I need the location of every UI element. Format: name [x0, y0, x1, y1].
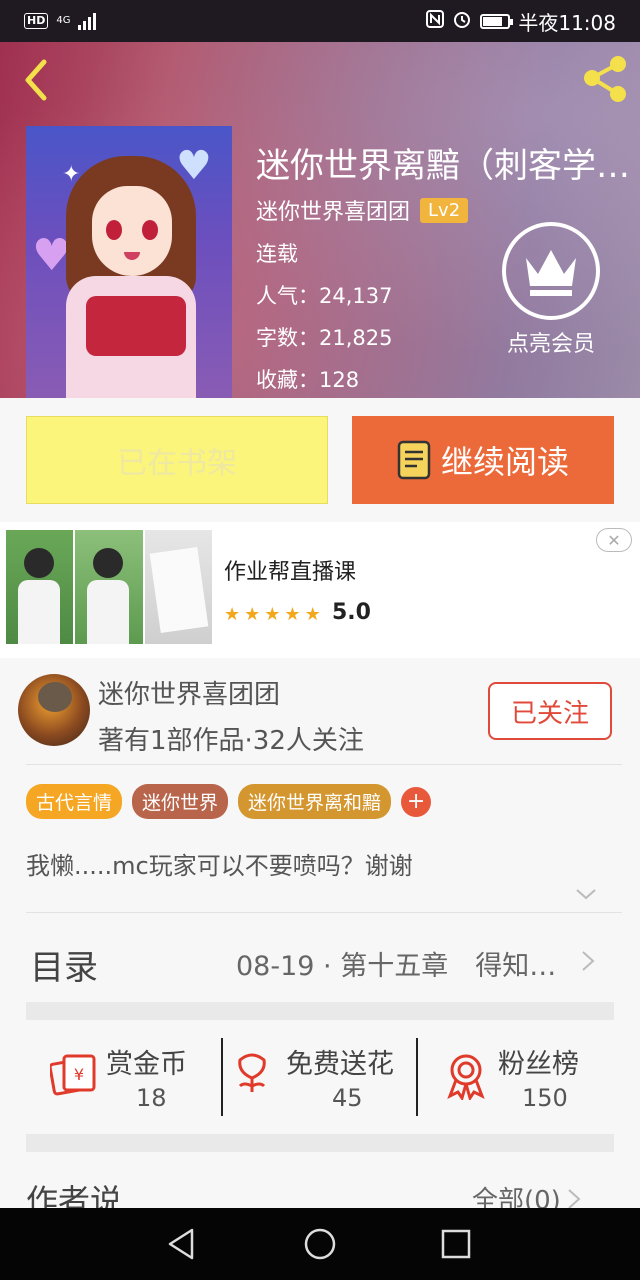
divider: [416, 1038, 418, 1116]
author-name[interactable]: 迷你世界喜团团: [256, 194, 410, 226]
svg-text:¥: ¥: [74, 1065, 84, 1084]
tag-mini-world[interactable]: 迷你世界: [132, 784, 229, 819]
reward-coin-button[interactable]: ¥ 赏金币 18: [50, 1036, 210, 1118]
divider: [26, 764, 622, 765]
table-of-contents-row[interactable]: 目录 08-19 · 第十五章 得知…: [0, 916, 640, 1004]
tag-mini-world-li-an[interactable]: 迷你世界离和黯: [238, 784, 392, 819]
close-icon: ✕: [607, 530, 621, 550]
nav-home-icon[interactable]: [302, 1226, 338, 1262]
send-flower-button[interactable]: 免费送花 45: [232, 1036, 412, 1118]
star-icon: ★: [284, 604, 301, 625]
section-separator: [26, 1002, 614, 1020]
nav-back-icon[interactable]: [164, 1226, 200, 1262]
avatar[interactable]: [18, 674, 90, 746]
toc-label: 目录: [30, 948, 98, 988]
tag-list: 古代言情 迷你世界 迷你世界离和黯 +: [26, 784, 432, 819]
star-icon: ★: [244, 604, 261, 625]
battery-icon: [480, 13, 514, 29]
hd-indicator: HD: [24, 13, 49, 29]
rating-stars: ★ ★ ★ ★ ★: [224, 604, 321, 625]
section-separator: [26, 1134, 614, 1152]
ad-close-button[interactable]: ✕: [596, 528, 632, 552]
ad-banner[interactable]: 作业帮直播课 ★ ★ ★ ★ ★ 5.0: [0, 522, 640, 658]
star-icon: ★: [304, 604, 321, 625]
nfc-icon: [426, 9, 445, 33]
book-hero: ✦ ♥ ♥ 迷你世界离黯（刺客学院） 迷你世界喜团团 Lv2 连载 人气：24,…: [0, 42, 640, 398]
send-flower-label: 免费送花: [286, 1049, 394, 1080]
reward-coin-icon: ¥: [50, 1054, 96, 1096]
follow-button[interactable]: 已关注: [488, 682, 612, 740]
ad-title: 作业帮直播课: [224, 560, 357, 585]
tag-ancient-romance[interactable]: 古代言情: [26, 784, 123, 819]
chevron-right-icon: [582, 951, 595, 971]
vip-button[interactable]: 点亮会员: [500, 222, 602, 358]
share-icon: [584, 56, 626, 102]
ad-image: [6, 530, 212, 644]
back-button[interactable]: [14, 54, 58, 102]
level-badge: Lv2: [420, 197, 469, 223]
system-nav-bar: [0, 1208, 640, 1280]
serial-status: 连载: [256, 242, 298, 266]
clock: 半夜11:08: [518, 10, 616, 35]
continue-reading-button[interactable]: 继续阅读: [352, 416, 614, 504]
favorites-count: 收藏：128: [256, 368, 360, 392]
book-icon: [397, 440, 431, 480]
medal-icon: [447, 1054, 485, 1100]
author-line: 迷你世界喜团团 Lv2: [256, 194, 469, 226]
divider: [26, 912, 622, 913]
popularity: 人气：24,137: [256, 284, 393, 308]
latest-chapter: 08-19 · 第十五章 得知…: [236, 951, 557, 982]
chevron-down-icon[interactable]: [574, 886, 598, 902]
status-bar: HD 4G 半夜11:08: [0, 0, 640, 42]
crown-icon: [502, 222, 600, 320]
author-card-stats: 著有1部作品·32人关注: [98, 726, 364, 756]
support-stats: ¥ 赏金币 18 免费送花 45 粉丝榜 150: [0, 1036, 640, 1118]
author-card-name[interactable]: 迷你世界喜团团: [98, 674, 280, 711]
vip-label: 点亮会员: [506, 332, 595, 357]
chevron-left-icon: [25, 59, 47, 101]
add-tag-button[interactable]: +: [401, 786, 432, 817]
star-icon: ★: [224, 604, 241, 625]
flower-icon: [238, 1053, 266, 1092]
book-intro: 我懒.....mc玩家可以不要喷吗？谢谢: [26, 852, 413, 880]
book-title: 迷你世界离黯（刺客学院）: [256, 146, 636, 186]
alarm-icon: [452, 9, 472, 34]
reward-coin-value: 18: [136, 1084, 167, 1112]
word-count: 字数：21,825: [256, 326, 393, 350]
ad-rating: 5.0: [332, 600, 371, 625]
share-button[interactable]: [580, 54, 630, 102]
author-card: 迷你世界喜团团 著有1部作品·32人关注 已关注: [0, 658, 640, 764]
nav-recents-icon[interactable]: [438, 1226, 474, 1262]
book-cover[interactable]: ✦ ♥ ♥: [26, 126, 232, 398]
reward-coin-label: 赏金币: [106, 1049, 187, 1080]
chevron-right-icon: [568, 1188, 581, 1209]
continue-reading-label: 继续阅读: [440, 443, 569, 481]
fan-ranking-button[interactable]: 粉丝榜 150: [444, 1036, 614, 1118]
send-flower-value: 45: [332, 1084, 363, 1112]
fan-ranking-label: 粉丝榜: [498, 1049, 579, 1080]
signal-icon: [78, 12, 97, 30]
divider: [221, 1038, 223, 1116]
on-shelf-button[interactable]: 已在书架: [26, 416, 328, 504]
fan-ranking-value: 150: [522, 1084, 568, 1112]
network-type: 4G: [56, 15, 71, 26]
action-bar: 已在书架 继续阅读: [0, 398, 640, 522]
star-icon: ★: [264, 604, 281, 625]
